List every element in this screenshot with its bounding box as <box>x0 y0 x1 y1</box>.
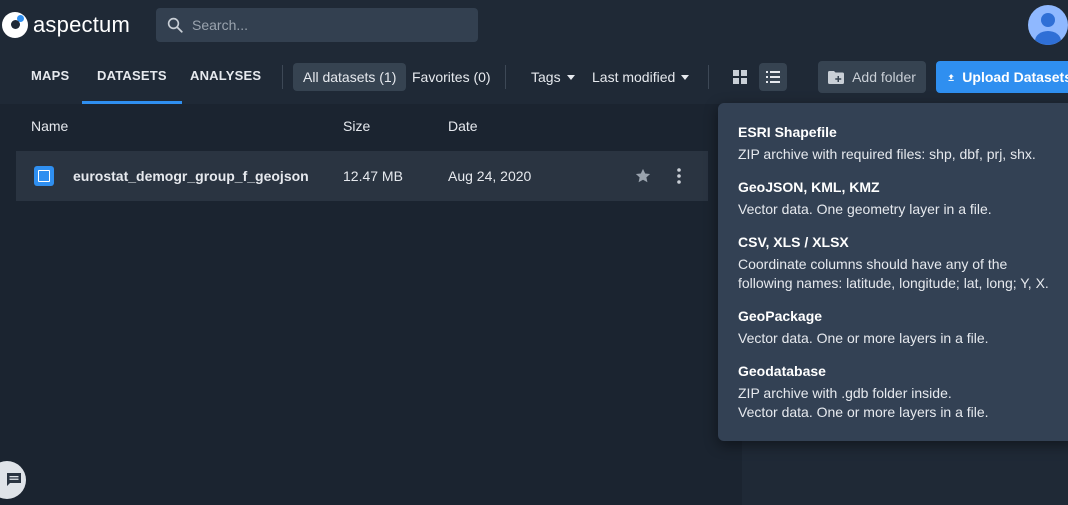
upload-icon <box>948 73 954 81</box>
chat-button[interactable] <box>0 461 26 499</box>
format-title: GeoJSON, KML, KMZ <box>738 179 880 195</box>
nav-bar: MAPS DATASETS ANALYSES All datasets (1) … <box>0 50 1068 104</box>
user-icon <box>1035 13 1061 45</box>
dataset-date: Aug 24, 2020 <box>448 168 532 184</box>
search-box[interactable] <box>156 8 478 42</box>
list-view-button[interactable] <box>759 63 787 91</box>
format-description: Vector data. One geometry layer in a fil… <box>738 201 992 217</box>
format-description: ZIP archive with .gdb folder inside. Vec… <box>738 384 1056 422</box>
filter-favorites[interactable]: Favorites (0) <box>402 63 501 91</box>
tags-dropdown[interactable]: Tags <box>531 63 575 91</box>
format-description: Coordinate columns should have any of th… <box>738 255 1056 293</box>
folder-plus-icon <box>828 70 845 84</box>
format-title: ESRI Shapefile <box>738 124 837 140</box>
upload-label: Upload Datasets <box>962 69 1068 85</box>
format-description-line: ZIP archive with .gdb folder inside. <box>738 385 952 401</box>
upload-datasets-button[interactable]: Upload Datasets <box>936 61 1068 93</box>
format-geojson: GeoJSON, KML, KMZ Vector data. One geome… <box>738 178 1056 219</box>
list-icon <box>766 71 780 83</box>
format-title: CSV, XLS / XLSX <box>738 234 849 250</box>
column-header-date[interactable]: Date <box>448 118 478 134</box>
star-icon[interactable] <box>634 167 652 185</box>
add-folder-label: Add folder <box>852 69 916 85</box>
grid-icon <box>733 70 747 84</box>
dataset-size: 12.47 MB <box>343 168 403 184</box>
format-description-line: Coordinate columns should have any of th… <box>738 256 1008 272</box>
divider <box>708 65 709 89</box>
user-avatar[interactable] <box>1028 5 1068 45</box>
format-description: Vector data. One or more layers in a fil… <box>738 330 989 346</box>
upload-formats-popover: ESRI Shapefile ZIP archive with required… <box>718 103 1068 441</box>
format-geodatabase: Geodatabase ZIP archive with .gdb folder… <box>738 362 1056 422</box>
format-esri-shapefile: ESRI Shapefile ZIP archive with required… <box>738 123 1056 164</box>
format-description-line: following names: latitude, longitude; la… <box>738 275 1049 291</box>
dataset-name[interactable]: eurostat_demogr_group_f_geojson <box>73 168 309 184</box>
grid-view-button[interactable] <box>726 63 754 91</box>
tags-label: Tags <box>531 69 561 85</box>
app-logo[interactable]: aspectum <box>2 12 130 38</box>
search-icon <box>167 17 183 33</box>
format-title: Geodatabase <box>738 363 826 379</box>
tab-datasets[interactable]: DATASETS <box>82 50 182 104</box>
tab-analyses[interactable]: ANALYSES <box>190 50 261 104</box>
aspectum-logo-icon <box>2 12 28 38</box>
chevron-down-icon <box>566 74 575 80</box>
format-csv-xls: CSV, XLS / XLSX Coordinate columns shoul… <box>738 233 1056 293</box>
app-name: aspectum <box>33 12 130 37</box>
sort-dropdown[interactable]: Last modified <box>592 63 690 91</box>
table-header: Name Size Date <box>0 104 742 148</box>
format-description: ZIP archive with required files: shp, db… <box>738 146 1036 162</box>
filter-all-datasets[interactable]: All datasets (1) <box>293 63 407 91</box>
table-row[interactable]: eurostat_demogr_group_f_geojson 12.47 MB… <box>16 151 708 201</box>
add-folder-button[interactable]: Add folder <box>818 61 926 93</box>
search-input[interactable] <box>192 17 462 33</box>
top-bar: aspectum <box>0 0 1068 50</box>
geojson-dataset-icon <box>34 166 54 186</box>
column-header-size[interactable]: Size <box>343 118 370 134</box>
format-description-line: Vector data. One or more layers in a fil… <box>738 404 989 420</box>
chevron-down-icon <box>681 74 690 80</box>
tab-maps[interactable]: MAPS <box>31 50 69 104</box>
column-header-name[interactable]: Name <box>31 118 68 134</box>
divider <box>505 65 506 89</box>
more-vertical-icon[interactable] <box>671 166 687 186</box>
chat-icon <box>7 473 21 486</box>
sort-label: Last modified <box>592 69 676 85</box>
format-geopackage: GeoPackage Vector data. One or more laye… <box>738 307 1056 348</box>
format-title: GeoPackage <box>738 308 823 324</box>
divider <box>282 65 283 89</box>
